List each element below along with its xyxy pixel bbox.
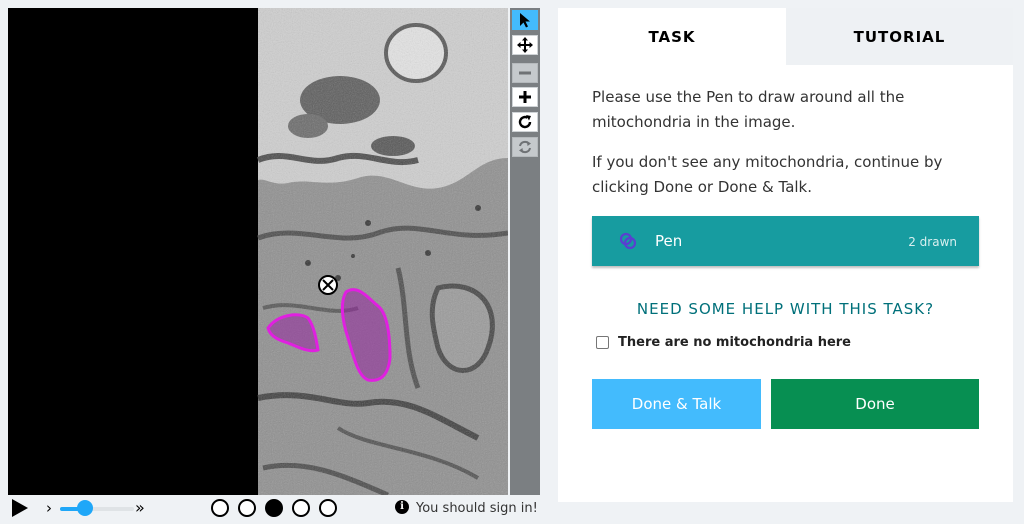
instruction-text: If you don't see any mitochondria, conti…: [592, 153, 943, 196]
pen-tool-label: Pen: [655, 232, 683, 250]
subject-image-viewer[interactable]: [8, 8, 508, 495]
move-icon: [517, 37, 533, 53]
play-icon[interactable]: [12, 499, 28, 517]
sign-in-notice[interactable]: You should sign in!: [416, 501, 538, 516]
pen-tool-button[interactable]: Pen 2 drawn: [592, 216, 979, 266]
done-and-talk-button[interactable]: Done & Talk: [592, 379, 761, 429]
frame-player-controls: › » i You should sign in!: [0, 495, 552, 524]
pen-icon: [619, 232, 637, 250]
tab-task[interactable]: TASK: [558, 8, 786, 65]
frame-dot[interactable]: [292, 499, 310, 517]
zoom-out-button[interactable]: [512, 63, 538, 83]
slider-fill: [60, 507, 79, 511]
frame-dot[interactable]: [238, 499, 256, 517]
frame-dot[interactable]: [211, 499, 229, 517]
zoom-out-icon: [519, 71, 531, 75]
frame-dot[interactable]: [265, 499, 283, 517]
pen-drawn-count: 2 drawn: [908, 235, 957, 249]
done-button[interactable]: Done: [771, 379, 979, 429]
viewer-toolbar: [510, 8, 540, 495]
task-tabs: TASK TUTORIAL: [558, 8, 1013, 65]
no-mitochondria-option[interactable]: There are no mitochondria here: [596, 335, 851, 350]
move-tool-button[interactable]: [512, 35, 538, 55]
reset-icon: [519, 140, 531, 154]
task-panel: TASK TUTORIAL Please use the Pen to draw…: [558, 8, 1013, 502]
rotate-button[interactable]: [512, 112, 538, 132]
frame-selector: [211, 499, 337, 517]
chevron-right-icon: ›: [46, 499, 52, 517]
playback-speed-slider[interactable]: [60, 507, 134, 511]
slider-handle[interactable]: [76, 500, 93, 516]
info-icon: i: [395, 500, 409, 514]
instruction-text: Please use the Pen to draw around all th…: [592, 88, 905, 131]
reset-view-button[interactable]: [512, 137, 538, 157]
zoom-in-icon: [519, 91, 531, 103]
rotate-icon: [518, 115, 532, 129]
pointer-icon: [520, 13, 530, 28]
help-link[interactable]: NEED SOME HELP WITH THIS TASK?: [558, 300, 1013, 318]
pointer-tool-button[interactable]: [512, 10, 538, 30]
no-mitochondria-checkbox[interactable]: [596, 336, 609, 349]
double-chevron-right-icon: »: [135, 498, 145, 517]
microscopy-image: [8, 8, 508, 495]
no-mitochondria-label: There are no mitochondria here: [618, 335, 851, 350]
task-instructions: Please use the Pen to draw around all th…: [592, 85, 992, 215]
tab-tutorial[interactable]: TUTORIAL: [786, 8, 1013, 65]
delete-mark-icon[interactable]: [318, 275, 338, 295]
zoom-in-button[interactable]: [512, 87, 538, 107]
frame-dot[interactable]: [319, 499, 337, 517]
